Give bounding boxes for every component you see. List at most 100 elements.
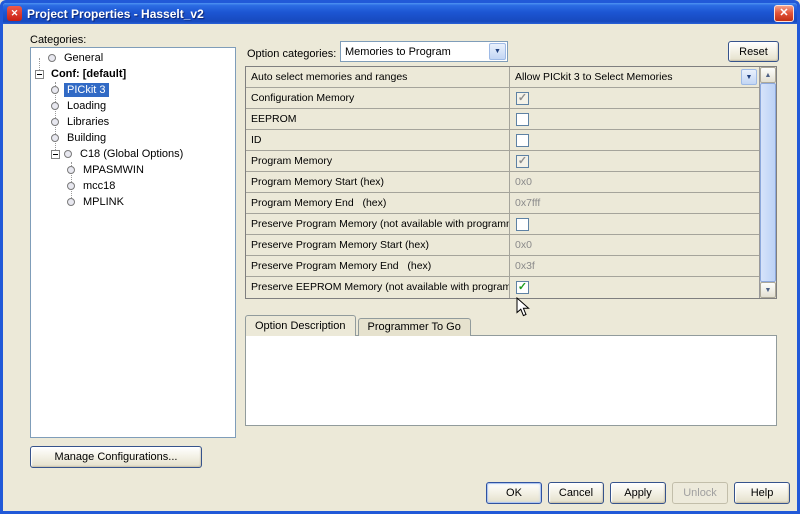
property-text-field[interactable]: 0x0 <box>510 172 759 192</box>
tree-item-mplink[interactable]: MPLINK <box>31 194 235 210</box>
node-icon <box>67 198 75 206</box>
unlock-button[interactable]: Unlock <box>672 482 728 504</box>
tree-item-label: C18 (Global Options) <box>77 147 186 161</box>
property-label: Preserve Program Memory Start (hex) <box>246 235 510 255</box>
property-label: Program Memory Start (hex) <box>246 172 510 192</box>
chevron-down-icon[interactable]: ▼ <box>741 69 757 85</box>
property-row-program-memory: Program Memory ✓ <box>246 151 759 172</box>
chevron-down-icon[interactable]: ▼ <box>489 43 506 60</box>
property-row-auto-select-memories-and-ranges: Auto select memories and rangesAllow PIC… <box>246 67 759 88</box>
tree-item-building[interactable]: Building <box>31 130 235 146</box>
property-row-preserve-program-memory-end-hex: Preserve Program Memory End (hex)0x3f <box>246 256 759 277</box>
tree-item-loading[interactable]: Loading <box>31 98 235 114</box>
app-cross-glyph: ✕ <box>11 8 19 19</box>
tree-item-conf-default[interactable]: Conf: [default] <box>31 66 235 82</box>
property-text-field[interactable]: 0x7fff <box>510 193 759 213</box>
check-icon: ✓ <box>518 93 527 104</box>
checkbox[interactable]: ✓ <box>516 92 529 105</box>
tree-item-label: Conf: [default] <box>48 67 129 81</box>
tree-item-pickit-3[interactable]: PICkit 3 <box>31 82 235 98</box>
vertical-scrollbar[interactable]: ▲ ▼ <box>759 67 776 298</box>
tree-item-c18-global-options[interactable]: C18 (Global Options) <box>31 146 235 162</box>
property-checkbox-cell <box>510 109 759 129</box>
property-row-configuration-memory: Configuration Memory ✓ <box>246 88 759 109</box>
tree-item-label: MPASMWIN <box>80 163 147 177</box>
tree-item-mpasmwin[interactable]: MPASMWIN <box>31 162 235 178</box>
property-label: Preserve Program Memory (not available w… <box>246 214 510 234</box>
node-icon <box>51 102 59 110</box>
node-icon <box>51 118 59 126</box>
property-label: ID <box>246 130 510 150</box>
ok-button[interactable]: OK <box>486 482 542 504</box>
scroll-up-icon[interactable]: ▲ <box>760 67 776 83</box>
node-icon <box>51 134 59 142</box>
property-label: EEPROM <box>246 109 510 129</box>
property-label: Auto select memories and ranges <box>246 67 510 87</box>
app-icon: ✕ <box>7 6 22 21</box>
property-row-preserve-program-memory-not-available-wi: Preserve Program Memory (not available w… <box>246 214 759 235</box>
node-icon <box>48 54 56 62</box>
tree-item-label: PICkit 3 <box>64 83 109 97</box>
scroll-down-icon[interactable]: ▼ <box>760 282 776 298</box>
node-icon <box>67 182 75 190</box>
categories-label: Categories: <box>30 34 86 46</box>
close-button[interactable]: ✕ <box>774 5 794 22</box>
mouse-cursor <box>516 297 530 318</box>
property-label: Preserve EEPROM Memory (not available wi… <box>246 277 510 298</box>
tree-item-libraries[interactable]: Libraries <box>31 114 235 130</box>
property-checkbox-cell: ✓ <box>510 88 759 108</box>
property-label: Program Memory End (hex) <box>246 193 510 213</box>
property-label: Configuration Memory <box>246 88 510 108</box>
option-categories-label: Option categories: <box>247 44 336 65</box>
node-icon <box>67 166 75 174</box>
title-bar[interactable]: ✕ Project Properties - Hasselt_v2 ✕ <box>3 3 797 24</box>
help-button[interactable]: Help <box>734 482 790 504</box>
property-row-preserve-eeprom-memory-not-available-wit: Preserve EEPROM Memory (not available wi… <box>246 277 759 298</box>
checkbox[interactable] <box>516 113 529 126</box>
checkbox[interactable]: ✓ <box>516 155 529 168</box>
tree-item-label: Loading <box>64 99 109 113</box>
tree-item-label: MPLINK <box>80 195 127 209</box>
tab-programmer-to-go[interactable]: Programmer To Go <box>358 318 471 336</box>
apply-button[interactable]: Apply <box>610 482 666 504</box>
option-description-panel <box>245 335 777 426</box>
property-table: Auto select memories and rangesAllow PIC… <box>245 66 777 299</box>
manage-configurations-button[interactable]: Manage Configurations... <box>30 446 202 468</box>
checkbox[interactable] <box>516 218 529 231</box>
dialog-content: Categories: GeneralConf: [default] PICkit… <box>3 24 797 511</box>
property-checkbox-cell: ✓ <box>510 277 759 298</box>
property-row-program-memory-end-hex: Program Memory End (hex)0x7fff <box>246 193 759 214</box>
property-row-id: ID <box>246 130 759 151</box>
tree-item-general[interactable]: General <box>31 50 235 66</box>
project-properties-window: ✕ Project Properties - Hasselt_v2 ✕ Cate… <box>0 0 800 514</box>
dialog-buttons: OK Cancel Apply Unlock Help <box>486 482 790 504</box>
option-categories-dropdown[interactable]: Memories to Program ▼ <box>340 41 508 62</box>
tree-item-label: Building <box>64 131 109 145</box>
property-dropdown[interactable]: Allow PICkit 3 to Select Memories ▼ <box>510 67 759 87</box>
node-icon <box>64 150 72 158</box>
description-tabs: Option DescriptionProgrammer To Go <box>245 315 473 336</box>
checkbox[interactable] <box>516 134 529 147</box>
dropdown-value: Allow PICkit 3 to Select Memories <box>515 71 673 83</box>
property-checkbox-cell <box>510 214 759 234</box>
collapse-toggle-icon[interactable] <box>35 70 44 79</box>
scrollbar-thumb[interactable] <box>760 83 776 282</box>
check-icon: ✓ <box>518 282 527 293</box>
cancel-button[interactable]: Cancel <box>548 482 604 504</box>
property-label: Program Memory <box>246 151 510 171</box>
categories-tree: GeneralConf: [default] PICkit 3 LoadingLib… <box>30 47 236 438</box>
property-row-eeprom: EEPROM <box>246 109 759 130</box>
property-row-preserve-program-memory-start-hex: Preserve Program Memory Start (hex)0x0 <box>246 235 759 256</box>
tab-option-description[interactable]: Option Description <box>245 315 356 336</box>
property-checkbox-cell <box>510 130 759 150</box>
tree-item-mcc18[interactable]: mcc18 <box>31 178 235 194</box>
tree-item-label: mcc18 <box>80 179 118 193</box>
check-icon: ✓ <box>518 156 527 167</box>
window-title: Project Properties - Hasselt_v2 <box>27 7 204 21</box>
reset-button[interactable]: Reset <box>728 41 779 62</box>
property-label: Preserve Program Memory End (hex) <box>246 256 510 276</box>
collapse-toggle-icon[interactable] <box>51 150 60 159</box>
checkbox[interactable]: ✓ <box>516 281 529 294</box>
property-text-field[interactable]: 0x3f <box>510 256 759 276</box>
property-text-field[interactable]: 0x0 <box>510 235 759 255</box>
